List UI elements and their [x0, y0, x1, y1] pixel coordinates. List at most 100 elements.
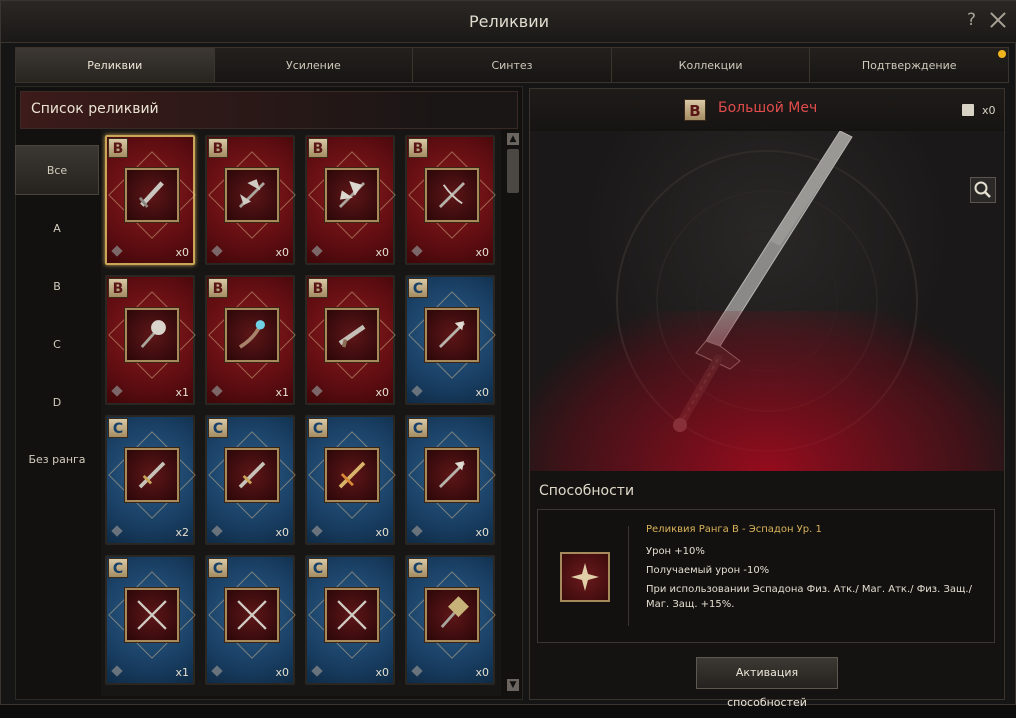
relic-card[interactable]: Cx0 [405, 555, 496, 685]
relic-count: x1 [175, 386, 189, 399]
tab-collections[interactable]: Коллекции [611, 48, 811, 82]
mace-icon [124, 307, 180, 363]
battle-axe-icon [324, 167, 380, 223]
relic-card[interactable]: Cx0 [305, 555, 396, 685]
relic-count: x1 [175, 666, 189, 679]
rank-filter-a[interactable]: A [15, 203, 99, 253]
relic-card[interactable]: Bx1 [205, 275, 296, 405]
tab-synthesis[interactable]: Синтез [413, 48, 612, 82]
relic-card[interactable]: Cx0 [405, 415, 496, 545]
search-icon [974, 181, 991, 198]
star-icon [571, 563, 599, 591]
relic-card[interactable]: Cx1 [105, 555, 196, 685]
relic-count: x0 [375, 666, 389, 679]
relic-count: x0 [475, 526, 489, 539]
crossbow-icon [424, 167, 480, 223]
activate-abilities-button[interactable]: Активация способностей [696, 657, 838, 709]
rank-badge: B [208, 138, 228, 158]
gem-icon [411, 245, 423, 257]
double-axe-icon [224, 167, 280, 223]
abilities-box: Реликвия Ранга B - Эспадон Ур. 1 Урон +1… [537, 509, 995, 643]
rank-filter-d[interactable]: D [15, 377, 99, 427]
relic-count: x0 [475, 386, 489, 399]
rank-badge: C [208, 558, 228, 578]
sword-icon [224, 447, 280, 503]
tab-enhance[interactable]: Усиление [214, 48, 414, 82]
tab-relics[interactable]: Реликвии [16, 48, 215, 82]
relic-card[interactable]: Bx0 [305, 275, 396, 405]
relic-card[interactable]: Bx1 [105, 275, 196, 405]
rank-badge: B [408, 138, 428, 158]
gem-icon [411, 385, 423, 397]
rank-badge: B [308, 138, 328, 158]
gem-icon [111, 385, 123, 397]
divider [628, 526, 629, 626]
relic-count: x1 [275, 386, 289, 399]
ability-line-damage: Урон +10% [646, 546, 705, 557]
hammer-icon [424, 587, 480, 643]
rank-badge: B [208, 278, 228, 298]
relic-card[interactable]: Cx0 [205, 555, 296, 685]
relic-card[interactable]: Bx0 [105, 135, 196, 265]
relic-card[interactable]: Bx0 [405, 135, 496, 265]
scroll-up-button[interactable]: ▲ [507, 133, 519, 145]
close-icon[interactable] [987, 9, 1009, 31]
gem-icon [311, 385, 323, 397]
relic-card[interactable]: Cx0 [405, 275, 496, 405]
ability-line-bonus: При использовании Эспадона Физ. Атк./ Ма… [646, 584, 972, 610]
crossed-swords-icon [324, 587, 380, 643]
scrollbar-thumb[interactable] [507, 149, 519, 193]
tab-confirmation[interactable]: Подтверждение [810, 48, 1008, 82]
rank-badge: C [408, 418, 428, 438]
zoom-button[interactable] [970, 177, 996, 203]
rank-filter-c[interactable]: C [15, 319, 99, 369]
gem-icon [211, 385, 223, 397]
relic-artwork [530, 131, 1004, 471]
relic-card[interactable]: Bx0 [205, 135, 296, 265]
gem-icon [311, 245, 323, 257]
gem-icon [111, 245, 123, 257]
scroll-down-button[interactable]: ▼ [507, 679, 519, 691]
relic-count: x0 [275, 246, 289, 259]
gem-icon [311, 525, 323, 537]
crossed-swords-icon [124, 587, 180, 643]
relic-count: x0 [375, 386, 389, 399]
rank-badge: B [108, 278, 128, 298]
relic-count: x0 [275, 666, 289, 679]
gem-icon [311, 665, 323, 677]
ability-header: Реликвия Ранга B - Эспадон Ур. 1 [646, 524, 822, 535]
relic-grid: Bx0 Bx0 Bx0 Bx0 Bx1 Bx1 Bx0 Cx0 Cx2 Cx0 Cx0 Cx0 Cx1 C… [101, 129, 501, 696]
relic-card[interactable]: Cx2 [105, 415, 196, 545]
crossed-swords-icon [224, 587, 280, 643]
gem-icon [411, 525, 423, 537]
title-bar: Реликвии ? [1, 1, 1016, 43]
help-button[interactable]: ? [967, 10, 976, 30]
list-header: Список реликвий [20, 91, 518, 129]
relic-count: x2 [175, 526, 189, 539]
sword-icon [124, 447, 180, 503]
relics-window: Реликвии ? Реликвии Усиление Синтез Колл… [0, 0, 1016, 709]
rank-filter-b[interactable]: B [15, 261, 99, 311]
gem-icon [211, 665, 223, 677]
spear-icon [424, 447, 480, 503]
gem-icon [211, 245, 223, 257]
gun-icon [324, 307, 380, 363]
relic-card[interactable]: Bx0 [305, 135, 396, 265]
gem-icon [411, 665, 423, 677]
golden-sword-icon [324, 447, 380, 503]
rank-badge: C [108, 418, 128, 438]
rank-badge: B [108, 138, 128, 158]
rank-badge: B [308, 278, 328, 298]
rank-filter: Все A B C D Без ранга [15, 141, 99, 701]
relic-card[interactable]: Cx0 [205, 415, 296, 545]
relic-count: x0 [375, 246, 389, 259]
list-title: Список реликвий [31, 101, 159, 117]
book-count: x0 [982, 104, 996, 117]
rank-badge: C [408, 278, 428, 298]
ability-icon [560, 552, 610, 602]
rank-filter-unranked[interactable]: Без ранга [15, 434, 99, 484]
rank-filter-all[interactable]: Все [15, 145, 99, 195]
rank-badge: C [408, 558, 428, 578]
relic-card[interactable]: Cx0 [305, 415, 396, 545]
red-mist [530, 311, 1004, 471]
